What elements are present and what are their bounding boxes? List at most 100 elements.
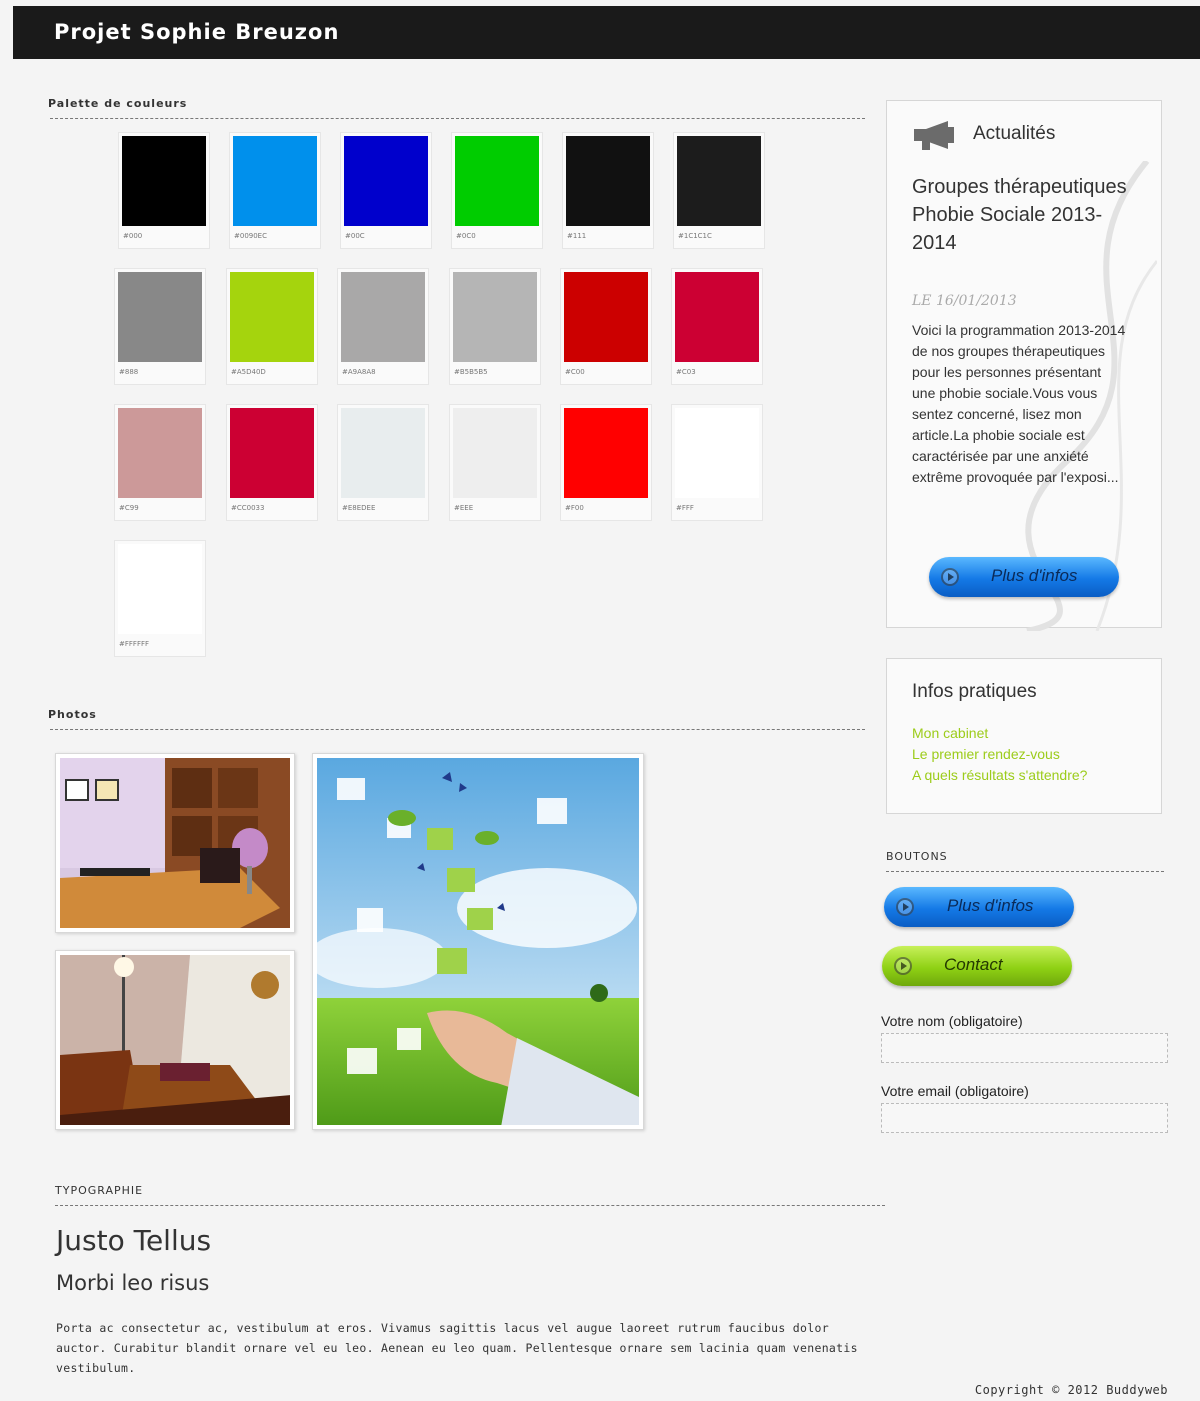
swatch-color-chip [675, 408, 759, 498]
color-swatch: #B5B5B5 [449, 268, 541, 385]
name-field-label: Votre nom (obligatoire) [881, 1013, 1023, 1029]
play-circle-icon [896, 898, 914, 916]
play-circle-icon [894, 957, 912, 975]
color-swatch: #A5D40D [226, 268, 318, 385]
copyright-text: Copyright © 2012 Buddyweb [974, 1383, 1168, 1397]
site-title[interactable]: Projet Sophie Breuzon [54, 20, 339, 44]
photos-section-label: Photos [48, 708, 97, 721]
news-more-button[interactable]: Plus d'infos [929, 557, 1119, 597]
link-mon-cabinet[interactable]: Mon cabinet [912, 725, 988, 741]
color-swatch: #E8EDEE [337, 404, 429, 521]
swatch-hex-code: #111 [567, 232, 587, 240]
color-swatch: #111 [562, 132, 654, 249]
swatch-hex-code: #C99 [119, 504, 139, 512]
buttons-divider [886, 871, 1164, 872]
swatch-hex-code: #A9A8A8 [342, 368, 376, 376]
link-premier-rendez-vous[interactable]: Le premier rendez-vous [912, 746, 1060, 762]
swatch-color-chip [341, 408, 425, 498]
color-swatch: #FFFFFF [114, 540, 206, 657]
swatch-hex-code: #FFF [676, 504, 694, 512]
swatch-color-chip [677, 136, 761, 226]
swatch-hex-code: #C03 [676, 368, 696, 376]
swatch-hex-code: #C00 [565, 368, 585, 376]
swatch-hex-code: #0090EC [234, 232, 267, 240]
color-swatch: #F00 [560, 404, 652, 521]
news-more-button-label: Plus d'infos [991, 566, 1078, 585]
buttons-section-label: BOUTONS [886, 850, 948, 863]
color-swatch: #1C1C1C [673, 132, 765, 249]
puzzle-image [317, 758, 639, 1125]
megaphone-icon [914, 121, 954, 150]
swatch-color-chip [230, 272, 314, 362]
more-info-button-label: Plus d'infos [947, 896, 1034, 915]
swatch-hex-code: #EEE [454, 504, 474, 512]
swatch-color-chip [230, 408, 314, 498]
swatch-color-chip [453, 272, 537, 362]
color-swatch: #000 [118, 132, 210, 249]
news-article-excerpt: Voici la programmation 2013-2014 de nos … [912, 322, 1126, 485]
photos-divider [50, 729, 865, 730]
swatch-hex-code: #0C0 [456, 232, 476, 240]
swatch-hex-code: #000 [123, 232, 143, 240]
swatch-hex-code: #A5D40D [231, 368, 266, 376]
color-swatch: #0C0 [451, 132, 543, 249]
swatch-hex-code: #F00 [565, 504, 584, 512]
swatch-color-chip [455, 136, 539, 226]
contact-button-label: Contact [944, 955, 1003, 974]
swatch-color-chip [341, 272, 425, 362]
name-field[interactable] [881, 1033, 1168, 1063]
sample-heading-1: Justo Tellus [56, 1224, 212, 1257]
color-swatch: #EEE [449, 404, 541, 521]
color-swatch: #CC0033 [226, 404, 318, 521]
swatch-hex-code: #B5B5B5 [454, 368, 488, 376]
swatch-hex-code: #CC0033 [231, 504, 265, 512]
color-swatch: #0090EC [229, 132, 321, 249]
more-info-button[interactable]: Plus d'infos [884, 887, 1074, 927]
office-image [60, 758, 290, 928]
swatch-color-chip [122, 136, 206, 226]
photo-waiting-room[interactable] [55, 950, 295, 1130]
swatch-hex-code: #1C1C1C [678, 232, 712, 240]
swatch-color-chip [233, 136, 317, 226]
email-field-label: Votre email (obligatoire) [881, 1083, 1029, 1099]
sample-heading-2: Morbi leo risus [56, 1271, 210, 1295]
palette-divider [50, 118, 865, 119]
swatch-color-chip [118, 272, 202, 362]
swatch-color-chip [566, 136, 650, 226]
waiting-room-image [60, 955, 290, 1125]
swatch-hex-code: #00C [345, 232, 365, 240]
link-resultats[interactable]: A quels résultats s'attendre? [912, 767, 1087, 783]
swatch-hex-code: #FFFFFF [119, 640, 150, 648]
swatch-hex-code: #E8EDEE [342, 504, 376, 512]
color-swatch: #888 [114, 268, 206, 385]
play-circle-icon [941, 568, 959, 586]
photo-puzzle[interactable] [312, 753, 644, 1130]
email-field[interactable] [881, 1103, 1168, 1133]
color-swatch: #C99 [114, 404, 206, 521]
news-box: Actualités Groupes thérapeutiques Phobie… [886, 100, 1162, 631]
color-swatch: #FFF [671, 404, 763, 521]
photo-office[interactable] [55, 753, 295, 933]
swatch-hex-code: #888 [119, 368, 139, 376]
practical-info-box: Infos pratiques Mon cabinet Le premier r… [886, 658, 1162, 814]
swatch-color-chip [118, 408, 202, 498]
palette-section-label: Palette de couleurs [48, 97, 188, 110]
color-swatch: #00C [340, 132, 432, 249]
typography-divider [55, 1205, 885, 1206]
news-box-title: Actualités [973, 123, 1056, 144]
swatch-color-chip [118, 544, 202, 634]
color-swatch: #C00 [560, 268, 652, 385]
swatch-color-chip [675, 272, 759, 362]
swatch-color-chip [453, 408, 537, 498]
news-article-title[interactable]: Groupes thérapeutiques Phobie Sociale 20… [912, 173, 1127, 257]
contact-button[interactable]: Contact [882, 946, 1072, 986]
color-swatch: #A9A8A8 [337, 268, 429, 385]
swatch-color-chip [344, 136, 428, 226]
swatch-color-chip [564, 408, 648, 498]
practical-info-title: Infos pratiques [912, 681, 1037, 702]
typography-section-label: TYPOGRAPHIE [55, 1184, 144, 1197]
sample-paragraph: Porta ac consectetur ac, vestibulum at e… [56, 1321, 858, 1375]
swatch-color-chip [564, 272, 648, 362]
site-header: Projet Sophie Breuzon [13, 6, 1200, 59]
color-swatch: #C03 [671, 268, 763, 385]
